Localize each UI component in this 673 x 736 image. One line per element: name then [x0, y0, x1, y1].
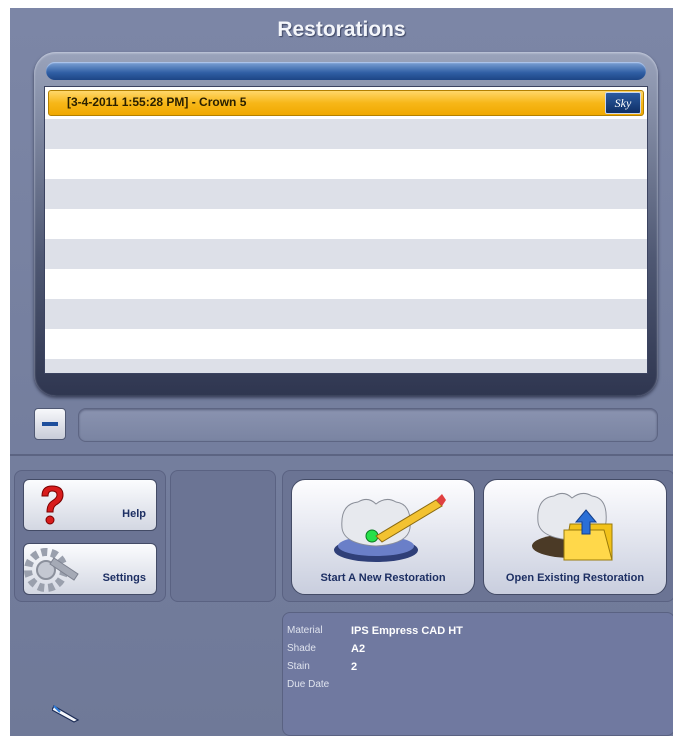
open-existing-restoration-button[interactable]: Open Existing Restoration — [483, 479, 667, 595]
remove-item-button[interactable] — [34, 408, 66, 440]
list-row-empty — [45, 239, 647, 269]
list-row-empty — [45, 119, 647, 149]
list-item-label: [3-4-2011 1:55:28 PM] - Crown 5 — [67, 95, 247, 109]
list-item[interactable]: [3-4-2011 1:55:28 PM] - Crown 5 Sky — [48, 90, 644, 116]
list-header-bar — [46, 62, 646, 80]
help-button[interactable]: Help — [23, 479, 157, 531]
settings-button[interactable]: Settings — [23, 543, 157, 595]
shade-value: A2 — [351, 643, 366, 655]
pen-cursor-icon — [52, 705, 80, 723]
restoration-info-panel: Material IPS Empress CAD HT Shade A2 Sta… — [282, 612, 673, 736]
stain-value: 2 — [351, 661, 358, 673]
utility-panel: Help Settings — [14, 470, 166, 602]
list-row-empty — [45, 269, 647, 299]
tooth-pencil-icon — [334, 494, 446, 562]
empty-panel — [170, 470, 276, 602]
material-label: Material — [287, 625, 323, 636]
material-value: IPS Empress CAD HT — [351, 625, 463, 637]
sky-badge-icon: Sky — [605, 92, 641, 114]
list-row-empty — [45, 149, 647, 179]
due-date-label: Due Date — [287, 679, 330, 690]
divider — [10, 454, 673, 456]
list-row-empty — [45, 179, 647, 209]
help-question-icon — [41, 485, 64, 525]
restoration-actions-panel: Start A New Restoration Open Existing Re… — [282, 470, 673, 602]
shade-label: Shade — [287, 643, 316, 654]
list-row-empty — [45, 209, 647, 239]
app-window: Restorations [3-4-2011 1:55:28 PM] - Cro… — [10, 8, 673, 736]
stain-label: Stain — [287, 661, 310, 672]
restorations-list[interactable]: [3-4-2011 1:55:28 PM] - Crown 5 Sky — [44, 86, 648, 374]
start-new-restoration-label: Start A New Restoration — [320, 572, 446, 584]
help-label: Help — [122, 508, 146, 520]
page-title: Restorations — [277, 18, 406, 41]
list-row-empty — [45, 359, 647, 373]
tooth-folder-icon — [532, 492, 613, 561]
settings-gear-icon — [24, 548, 79, 592]
list-row-empty — [45, 299, 647, 329]
start-new-restoration-button[interactable]: Start A New Restoration — [291, 479, 475, 595]
list-row-empty — [45, 329, 647, 359]
status-field — [78, 408, 658, 442]
restorations-list-frame: [3-4-2011 1:55:28 PM] - Crown 5 Sky — [34, 52, 658, 396]
settings-label: Settings — [102, 572, 146, 584]
open-existing-restoration-label: Open Existing Restoration — [505, 572, 645, 584]
